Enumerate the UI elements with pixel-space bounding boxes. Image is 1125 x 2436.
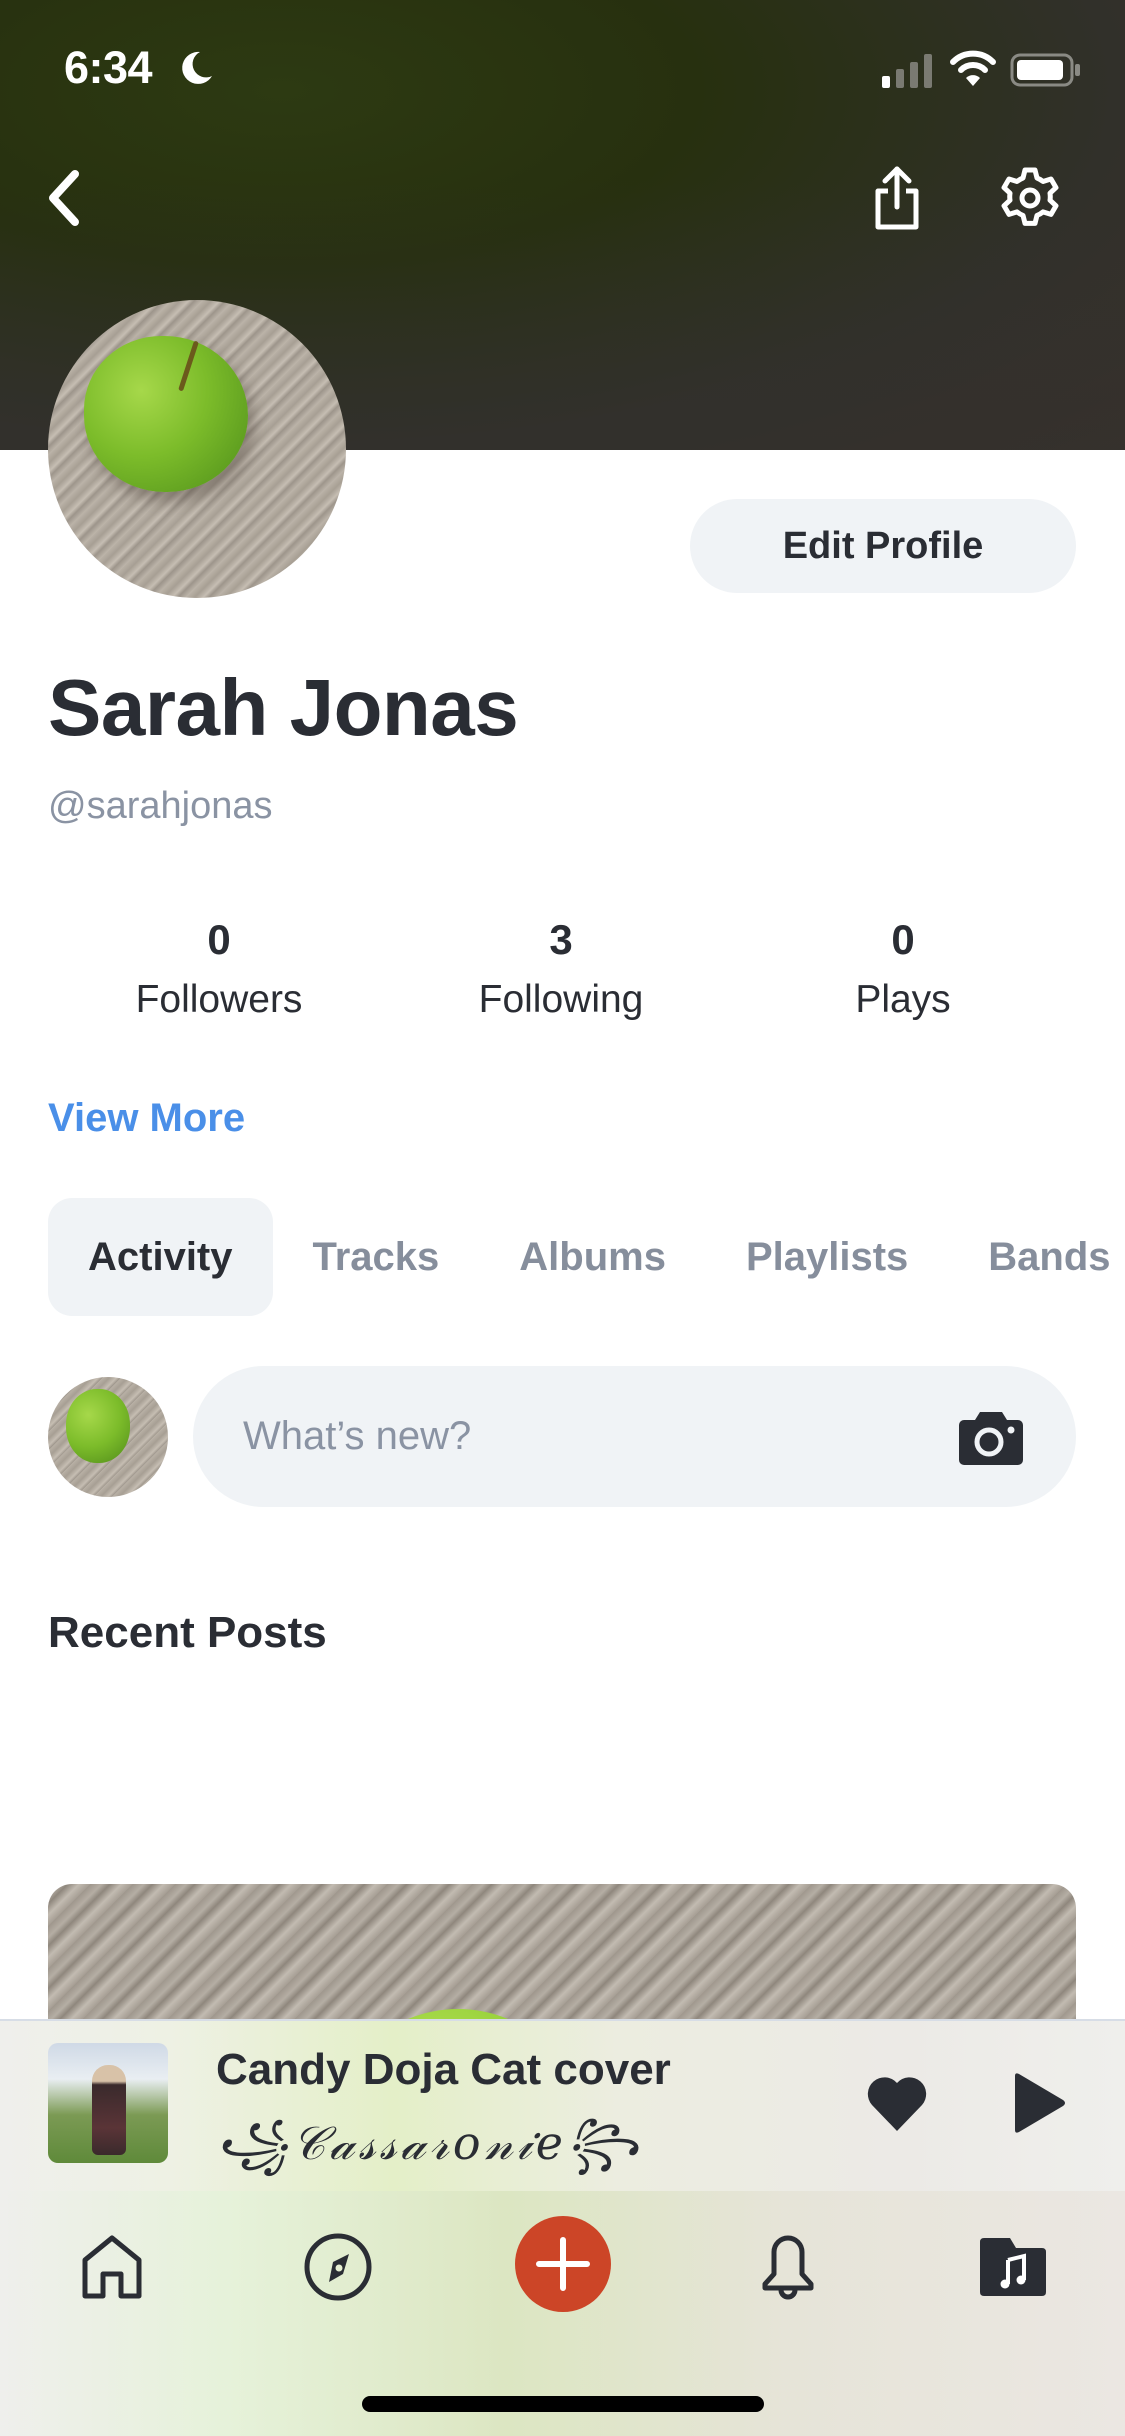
chevron-left-icon: [49, 170, 79, 226]
home-icon: [82, 2235, 142, 2299]
stat-label: Followers: [135, 978, 303, 1021]
tab-activity[interactable]: Activity: [48, 1198, 273, 1316]
share-icon: [875, 166, 919, 230]
wifi-icon: [950, 50, 996, 86]
bell-icon: [762, 2235, 814, 2300]
stat-plays[interactable]: 0 Plays: [753, 910, 1053, 1030]
view-more-link[interactable]: View More: [48, 1096, 245, 1141]
stat-following[interactable]: 3 Following: [411, 910, 711, 1030]
whats-new-input[interactable]: [241, 1413, 905, 1460]
track-artist[interactable]: ꧁𝒞𝒶𝓈𝓈𝒶𝓇𝑜𝓃𝒾𝑒꧂: [216, 2108, 643, 2202]
status-time: 6:34: [64, 42, 153, 93]
cellular-signal-icon: [882, 54, 932, 88]
nav-notifications[interactable]: [743, 2222, 833, 2312]
stat-value: 0: [207, 916, 231, 963]
play-button[interactable]: [1010, 2070, 1068, 2136]
stat-followers[interactable]: 0 Followers: [69, 910, 369, 1030]
tab-bands[interactable]: Bands: [948, 1198, 1125, 1316]
track-artwork[interactable]: [48, 2043, 168, 2163]
like-button[interactable]: [862, 2070, 932, 2136]
tab-playlists[interactable]: Playlists: [706, 1198, 948, 1316]
back-button[interactable]: [30, 160, 100, 236]
tab-albums[interactable]: Albums: [479, 1198, 706, 1316]
profile-name: Sarah Jonas: [48, 663, 519, 752]
compass-icon: [304, 2233, 372, 2301]
create-button[interactable]: [515, 2216, 611, 2312]
stat-label: Following: [478, 978, 644, 1021]
camera-icon: [959, 1412, 1023, 1465]
nav-library[interactable]: [968, 2222, 1058, 2312]
profile-handle: @sarahjonas: [48, 785, 273, 827]
music-folder-icon: [980, 2238, 1046, 2296]
settings-button[interactable]: [992, 160, 1068, 236]
recent-posts-heading: Recent Posts: [48, 1608, 327, 1657]
gear-icon: [1001, 167, 1059, 226]
home-indicator: [362, 2396, 764, 2412]
profile-tabs: Activity Tracks Albums Playlists Bands: [48, 1198, 1125, 1316]
artwork-person: [92, 2065, 126, 2155]
nav-home[interactable]: [67, 2222, 157, 2312]
heart-icon: [867, 2077, 927, 2131]
composer-avatar: [48, 1377, 168, 1497]
avatar-apple-image: [66, 1389, 130, 1463]
play-icon: [1015, 2073, 1065, 2133]
stat-value: 3: [549, 916, 573, 963]
avatar-apple-image: [84, 336, 248, 492]
tab-tracks[interactable]: Tracks: [273, 1198, 480, 1316]
stat-label: Plays: [855, 978, 951, 1021]
moon-icon: [182, 51, 212, 84]
camera-button[interactable]: [958, 1408, 1024, 1466]
post-composer[interactable]: [193, 1366, 1076, 1507]
stat-value: 0: [891, 916, 915, 963]
edit-profile-button[interactable]: Edit Profile: [690, 499, 1076, 593]
plus-icon: [536, 2237, 590, 2291]
nav-explore[interactable]: [293, 2222, 383, 2312]
profile-avatar[interactable]: [48, 300, 346, 598]
share-button[interactable]: [862, 160, 932, 236]
battery-icon: [1010, 53, 1080, 87]
track-title[interactable]: Candy Doja Cat cover: [216, 2045, 671, 2095]
